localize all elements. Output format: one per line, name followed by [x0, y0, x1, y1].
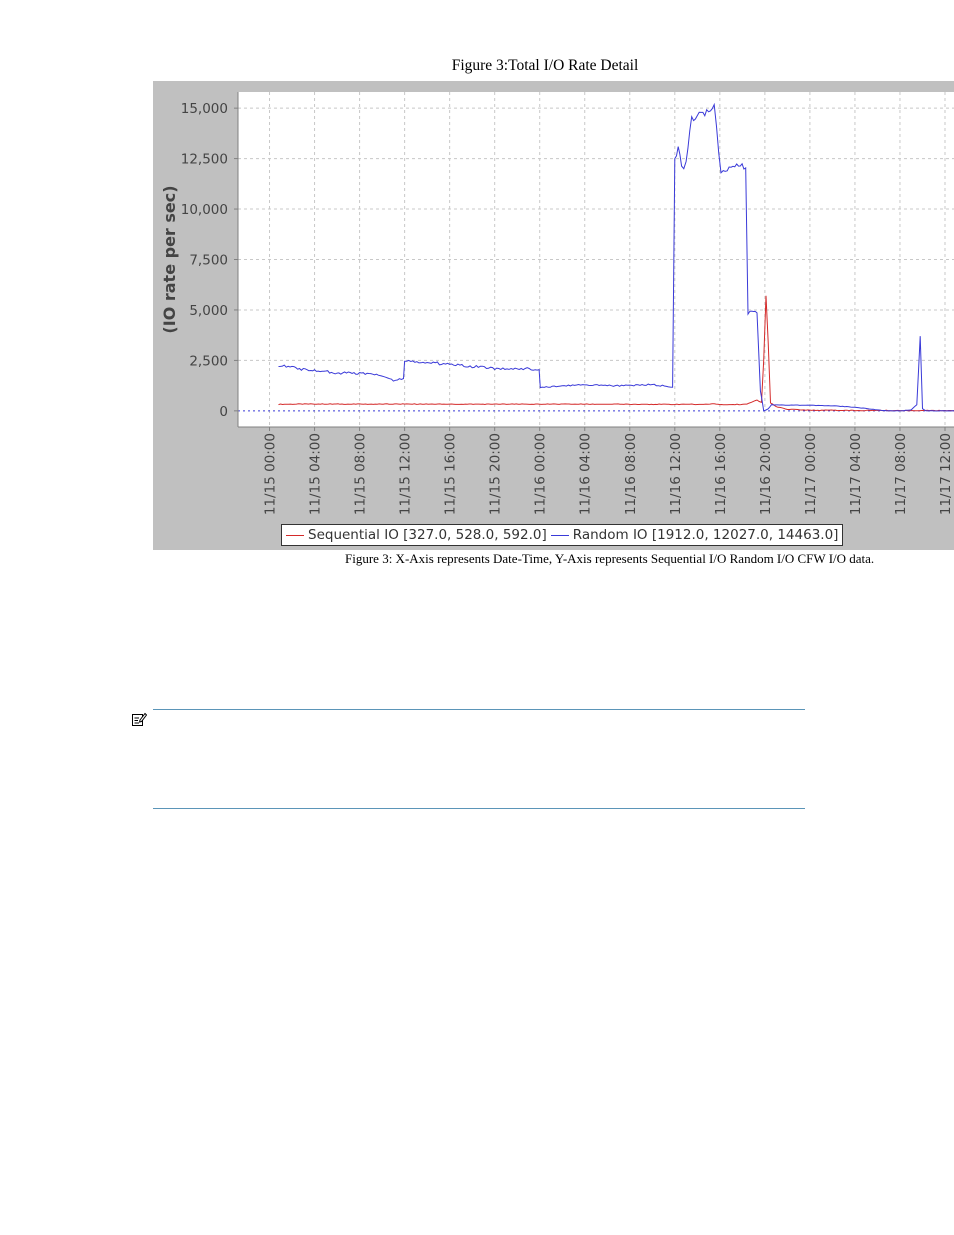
- y-axis-title: (IO rate per sec): [160, 185, 179, 333]
- note-icon: [132, 712, 147, 726]
- legend-item-sequential-io: Sequential IO [327.0, 528.0, 592.0]: [286, 527, 547, 543]
- chart-panel: 0 2,500 5,000 7,500 10,000 12,500 15,000 11/15 …: [153, 81, 954, 550]
- io-rate-chart: 0 2,500 5,000 7,500 10,000 12,500 15,000 11/15 …: [160, 92, 954, 515]
- legend-item-random-io: Random IO [1912.0, 12027.0, 14463.0]: [550, 527, 839, 543]
- x-tick-label: 11/15 04:00: [308, 433, 324, 515]
- x-tick-label: 11/17 12:00: [938, 433, 954, 515]
- legend-swatch-sequential-io: [286, 534, 304, 536]
- x-tick-label: 11/16 12:00: [668, 433, 684, 515]
- y-tick-label: 5,000: [189, 303, 228, 319]
- note-bottom-rule: [153, 808, 805, 809]
- y-tick-label: 7,500: [189, 253, 228, 269]
- x-tick-label: 11/15 20:00: [488, 433, 504, 515]
- legend-swatch-random-io: [550, 534, 569, 536]
- y-tick-label: 12,500: [181, 152, 228, 168]
- x-tick-label: 11/15 12:00: [398, 433, 414, 515]
- y-tick-label: 2,500: [189, 353, 228, 369]
- x-tick-label: 11/17 00:00: [803, 433, 819, 515]
- y-tick-label: 15,000: [181, 101, 228, 117]
- x-tick-label: 11/17 04:00: [848, 433, 864, 515]
- x-tick-label: 11/16 08:00: [623, 433, 639, 515]
- figure-caption: Figure 3: X-Axis represents Date-Time, Y…: [345, 551, 875, 566]
- x-tick-label: 11/15 08:00: [353, 433, 369, 515]
- x-tick-label: 11/15 00:00: [263, 433, 279, 515]
- legend-label-random-io: Random IO [1912.0, 12027.0, 14463.0]: [572, 527, 839, 543]
- x-tick-label: 11/16 20:00: [758, 433, 774, 515]
- y-tick-label: 10,000: [181, 202, 228, 218]
- legend-label-sequential-io: Sequential IO [327.0, 528.0, 592.0]: [308, 527, 547, 543]
- note-top-rule: [153, 709, 805, 710]
- figure-title: Figure 3:Total I/O Rate Detail: [451, 57, 639, 74]
- y-tick-label: 0: [219, 404, 228, 420]
- x-tick-label: 11/16 00:00: [533, 433, 549, 515]
- x-tick-label: 11/16 04:00: [578, 433, 594, 515]
- x-tick-label: 11/15 16:00: [443, 433, 459, 515]
- x-tick-label: 11/16 16:00: [713, 433, 729, 515]
- x-tick-label: 11/17 08:00: [893, 433, 909, 515]
- chart-legend: Sequential IO [327.0, 528.0, 592.0] Rand…: [281, 524, 844, 546]
